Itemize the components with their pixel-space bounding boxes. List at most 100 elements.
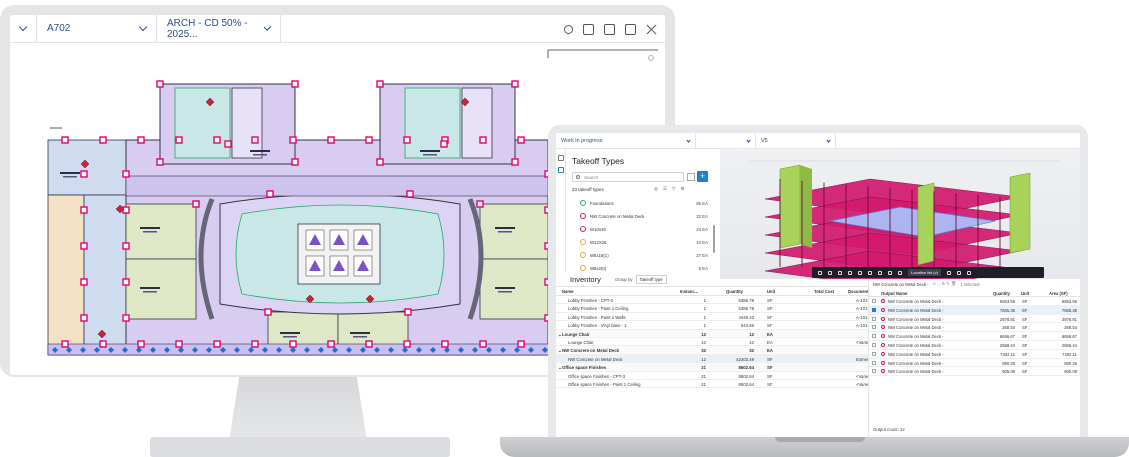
group-by-select[interactable]: Takeoff type	[635, 275, 667, 284]
scrollbar[interactable]	[713, 225, 715, 253]
cell-name: NW Concrete on Metal Deck -	[888, 334, 944, 340]
row-checkbox[interactable]	[872, 369, 876, 374]
search-icon[interactable]	[564, 24, 573, 34]
output-row[interactable]: NW Concrete on Metal Deck - 890.26 SF 890.2…	[869, 359, 1080, 368]
location-list-button[interactable]: Location list (v)	[908, 269, 941, 276]
cell-inst: 21	[701, 365, 706, 371]
inventory-row[interactable]: Lounge Chair 12 12 EA <Varies>	[556, 338, 873, 347]
column-marker	[122, 170, 130, 178]
settings-icon[interactable]: ⚙	[680, 186, 684, 192]
visibility-icon[interactable]: ◎	[654, 186, 658, 192]
output-row[interactable]: NW Concrete on Metal Deck - 7302.11 SF 7302…	[869, 350, 1080, 359]
cell-inst: 1	[703, 298, 706, 303]
view-label: V5	[761, 137, 768, 144]
takeoff-type-item[interactable]: NW Concrete on Metal Deck 32 EA	[566, 210, 720, 223]
col-quantity[interactable]: Quantity	[993, 291, 1010, 296]
settings-icon[interactable]	[956, 270, 961, 275]
cell-unit: EA	[767, 339, 773, 345]
column-marker	[251, 136, 259, 144]
3d-model-viewer[interactable]: Location list (v)	[720, 149, 1080, 279]
output-row[interactable]: NW Concrete on Metal Deck - 6653.55 SF 6653…	[869, 297, 1080, 306]
room-label	[498, 231, 512, 233]
inventory-row[interactable]: Office space Finishes - CPT-3 21 8502.64 SF…	[556, 372, 873, 380]
inventory-group-row[interactable]: ⌄ NW Concrete on Metal Deck 32 32 EA	[556, 346, 868, 355]
inventory-row[interactable]: Lobby Finishes - Paint 1 Walls 1 4445.43 SF…	[556, 313, 876, 322]
share-icon[interactable]	[604, 23, 615, 35]
column-marker	[213, 340, 221, 348]
inventory-row[interactable]: Lobby Finishes - CPT-3 1 5386.78 SF A-101-50…	[556, 296, 876, 305]
inventory-group-row[interactable]: ⌄ Lounge Chair 12 12 EA	[556, 329, 868, 338]
col-unit[interactable]: Unit	[1021, 291, 1029, 296]
model-browser-icon[interactable]	[898, 270, 902, 275]
close-icon[interactable]	[646, 24, 657, 35]
compare-icon[interactable]	[625, 23, 636, 35]
takeoff-type-item[interactable]: W12X26 43 EA	[566, 236, 720, 249]
marketing-composite: A702 ARCH - CD 50% - 2025... Work in pro…	[0, 0, 1129, 457]
filter-icon[interactable]	[687, 173, 695, 181]
row-checkbox[interactable]	[872, 342, 876, 347]
add-button[interactable]: +	[697, 171, 708, 182]
output-row[interactable]: NW Concrete on Metal Deck - 6656.67 SF 6656…	[869, 332, 1080, 341]
markup-icon[interactable]	[878, 270, 882, 275]
cell-qty: 7302.11	[1000, 351, 1015, 357]
col-area[interactable]: Area (SF)	[1049, 291, 1068, 296]
status-selector[interactable]: Work in progress	[556, 133, 696, 149]
col-name[interactable]: Name	[562, 289, 573, 294]
takeoff-icon[interactable]	[558, 167, 564, 173]
restroom	[231, 87, 263, 159]
col-instances[interactable]: Instanc...	[680, 289, 698, 294]
col-total-cost[interactable]: Total Cost	[814, 289, 834, 294]
layers-icon[interactable]	[558, 155, 564, 161]
empty-selector[interactable]	[696, 133, 756, 149]
col-document[interactable]: Document	[848, 289, 868, 294]
copy-icon[interactable]	[583, 23, 594, 35]
output-row[interactable]: NW Concrete on Metal Deck - 605.09 SF 605.0…	[869, 367, 1080, 377]
output-row[interactable]: NW Concrete on Metal Deck - 7665.36 SF 7665…	[869, 305, 1080, 315]
col-quantity[interactable]: Quantity	[726, 289, 743, 294]
cell-name: Lobby Finishes - Paint 1 Ceiling	[568, 306, 629, 312]
col-unit[interactable]: Unit	[767, 289, 775, 294]
room-label	[60, 172, 80, 174]
column-marker	[511, 80, 519, 88]
takeoff-type-qty: 24 EA	[696, 227, 708, 232]
row-checkbox[interactable]	[872, 316, 876, 321]
inventory-row[interactable]: Lobby Finishes - Vinyl base - 1 1 643.56 SF…	[556, 321, 876, 330]
cell-area: 6656.67	[1061, 334, 1077, 340]
cell-qty: 2566.44	[999, 342, 1015, 348]
row-checkbox[interactable]	[872, 351, 876, 356]
cell-inst: 12	[701, 331, 706, 337]
cell-name: NW Concrete on Metal Deck -	[888, 299, 944, 304]
measure-icon[interactable]	[868, 270, 872, 275]
takeoff-type-item[interactable]: Foundations 85 EA	[566, 197, 720, 210]
col-output-name[interactable]: Output Name	[881, 291, 907, 296]
panel-toggle[interactable]	[10, 15, 37, 43]
properties-icon[interactable]	[946, 270, 951, 275]
column-marker	[404, 308, 412, 316]
cell-name: NW Concrete on Metal Deck -	[888, 360, 944, 366]
takeoff-type-item[interactable]: W10x49 24 EA	[566, 223, 720, 236]
row-checkbox[interactable]	[872, 334, 876, 339]
row-checkbox[interactable]	[872, 307, 876, 312]
inventory-row[interactable]: Office space Finishes - Paint 1 Ceiling 2…	[556, 380, 873, 389]
set-selector[interactable]: ARCH - CD 50% - 2025...	[157, 15, 281, 43]
search-input[interactable]: Search	[572, 172, 684, 182]
output-row[interactable]: NW Concrete on Metal Deck - 268.54 SF 268.5…	[869, 323, 1080, 333]
detail-tools[interactable]: ⊙ ⛶ ⚙ ✎ 🗑	[933, 281, 957, 287]
funnel-icon[interactable]: ▽	[672, 186, 675, 192]
output-row[interactable]: NW Concrete on Metal Deck - 2876.81 SF 2876…	[869, 315, 1080, 324]
search-placeholder: Search	[584, 175, 599, 180]
takeoff-type-item[interactable]: W6x15(1) 27 EA	[566, 249, 720, 262]
fullscreen-icon[interactable]	[966, 270, 971, 275]
row-checkbox[interactable]	[872, 299, 876, 303]
inventory-row[interactable]: NW Concrete on Metal Deck 12 42403.49 SF Exm…	[556, 354, 877, 364]
column-marker	[291, 80, 299, 88]
inventory-row[interactable]: Lobby Finishes - Paint 1 Ceiling 1 5386.78…	[556, 304, 876, 313]
row-checkbox[interactable]	[872, 360, 876, 365]
view-selector[interactable]: V5	[756, 133, 836, 149]
sheet-selector[interactable]: A702	[37, 15, 157, 43]
inventory-group-row[interactable]: ⌄ Office space Finishes 21 8502.64 SF	[556, 363, 868, 372]
row-checkbox[interactable]	[872, 325, 876, 330]
sort-icon[interactable]: ☰	[663, 186, 667, 192]
explode-icon[interactable]	[888, 270, 892, 275]
output-row[interactable]: NW Concrete on Metal Deck - 2566.44 SF 2566…	[869, 341, 1080, 350]
